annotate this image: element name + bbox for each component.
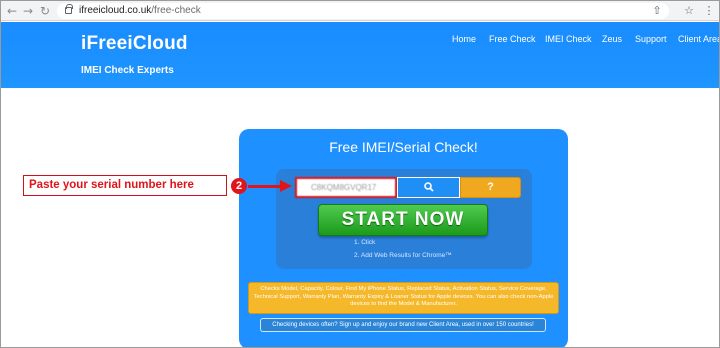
share-icon[interactable]: ⇧ [650, 4, 664, 18]
step-1-text: 1. Click [354, 239, 376, 246]
arrow-right-icon [280, 180, 292, 192]
forward-arrow-icon[interactable]: → [21, 4, 35, 18]
address-bar[interactable]: ifreeicloud.co.uk/free-check ⇧ [57, 3, 669, 19]
search-icon [423, 182, 434, 192]
nav-free-check[interactable]: Free Check [489, 34, 536, 44]
free-check-card: Free IMEI/Serial Check! [239, 129, 568, 347]
client-area-banner[interactable]: Checking devices often? Sign up and enjo… [260, 318, 546, 332]
back-arrow-icon[interactable]: ← [5, 4, 19, 18]
annotation-arrow-line [248, 185, 282, 188]
annotation-label: Paste your serial number here [23, 175, 227, 196]
serial-input[interactable] [295, 177, 397, 198]
step-number-badge: 2 [231, 178, 247, 194]
start-now-button[interactable]: START NOW [318, 204, 488, 236]
help-button[interactable]: ? [460, 177, 521, 198]
url-path: /free-check [151, 5, 201, 16]
nav-zeus[interactable]: Zeus [602, 34, 622, 44]
reload-icon[interactable]: ↻ [38, 4, 52, 18]
lock-icon[interactable] [65, 4, 73, 14]
nav-client-area[interactable]: Client Area [678, 34, 719, 44]
star-icon[interactable]: ☆ [682, 4, 696, 18]
screenshot: ← → ↻ ifreeicloud.co.uk/free-check ⇧ ☆ ⋮… [0, 0, 720, 348]
nav-imei-check[interactable]: IMEI Check [545, 34, 592, 44]
url-domain: ifreeicloud.co.uk [79, 5, 152, 16]
card-title: Free IMEI/Serial Check! [329, 139, 478, 155]
browser-toolbar: ← → ↻ ifreeicloud.co.uk/free-check ⇧ ☆ ⋮ [1, 1, 719, 21]
step-2-text: 2. Add Web Results for Chrome™ [354, 252, 452, 259]
site-header: iFreeiCloud IMEI Check Experts Home Free… [1, 22, 719, 88]
menu-icon[interactable]: ⋮ [702, 4, 716, 18]
search-button[interactable] [397, 177, 460, 198]
nav-home[interactable]: Home [452, 34, 476, 44]
url-text[interactable]: ifreeicloud.co.uk/free-check [79, 5, 201, 16]
nav-support[interactable]: Support [635, 34, 667, 44]
main-nav: Home Free Check IMEI Check Zeus Support … [1, 34, 719, 48]
info-box: Checks Model, Capacity, Colour, Find My … [248, 282, 559, 314]
site-tagline: IMEI Check Experts [81, 65, 174, 76]
